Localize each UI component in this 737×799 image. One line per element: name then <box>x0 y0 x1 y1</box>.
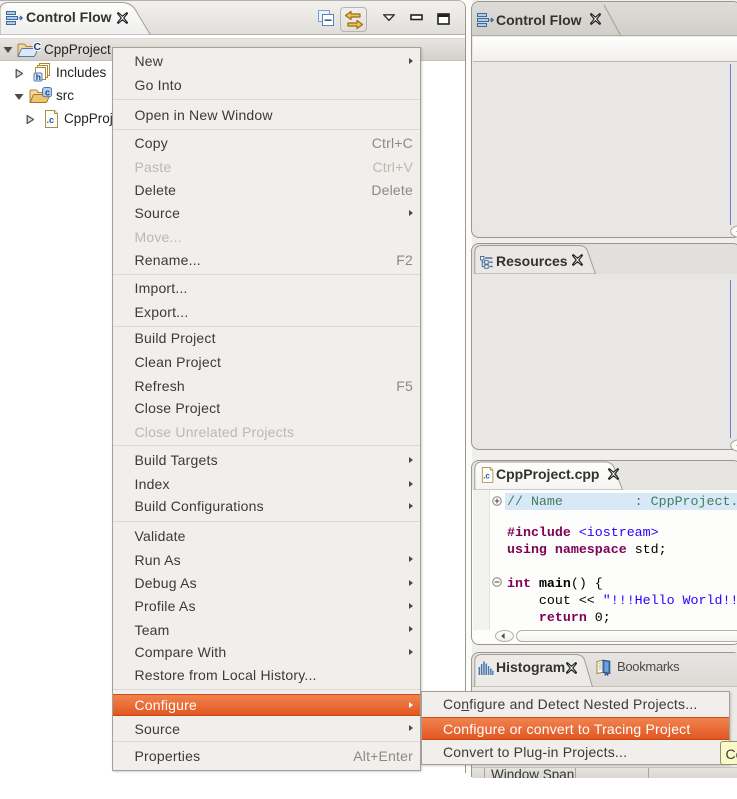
svg-text:.c: .c <box>47 115 55 125</box>
svg-text:c: c <box>45 87 50 97</box>
svg-text:h: h <box>36 72 41 82</box>
svg-text:.c: .c <box>483 471 490 480</box>
svg-text:C: C <box>34 41 42 53</box>
